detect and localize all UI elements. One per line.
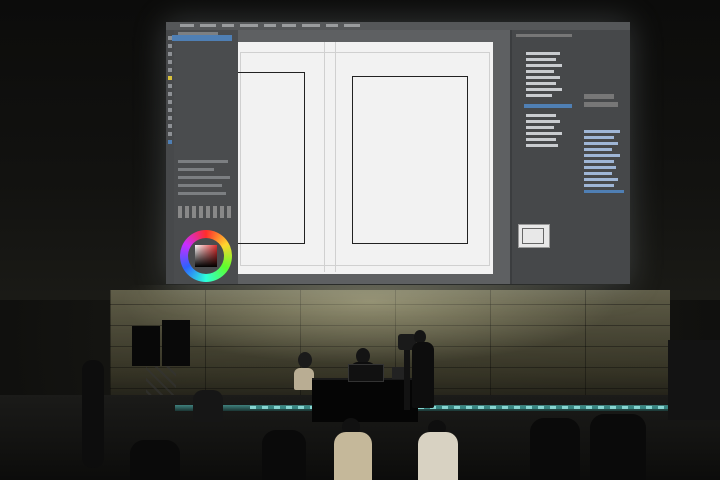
camera-operator (412, 342, 434, 408)
audience-member (334, 432, 372, 480)
presenter-desk (312, 378, 418, 422)
standing-person-left (82, 360, 104, 468)
wall-light-glow (120, 285, 620, 365)
panel-frame-left (238, 72, 305, 244)
audience-member (262, 430, 306, 480)
event-photo (0, 0, 720, 480)
presenter-1 (294, 368, 314, 390)
projected-selected-item (172, 35, 232, 41)
camera-tripod (404, 350, 410, 410)
audience-member (530, 418, 580, 480)
right-side-equipment (668, 340, 720, 420)
speaker-left (132, 326, 160, 366)
projected-active-layer (524, 104, 572, 108)
projection-screen (166, 22, 630, 284)
speaker-right (162, 320, 190, 366)
projected-toolbox (166, 30, 174, 284)
audience-member (130, 440, 180, 480)
projected-navigator-frame (522, 228, 544, 244)
presenter-head-1 (298, 352, 312, 368)
laptop (348, 364, 384, 382)
panel-frame-right (352, 76, 468, 244)
projected-manga-page (238, 42, 493, 274)
color-picker-square (195, 245, 217, 267)
audience-member (418, 432, 458, 480)
projected-menu-bar (166, 22, 630, 30)
equipment-on-floor (193, 390, 223, 422)
audience-member (590, 414, 646, 480)
